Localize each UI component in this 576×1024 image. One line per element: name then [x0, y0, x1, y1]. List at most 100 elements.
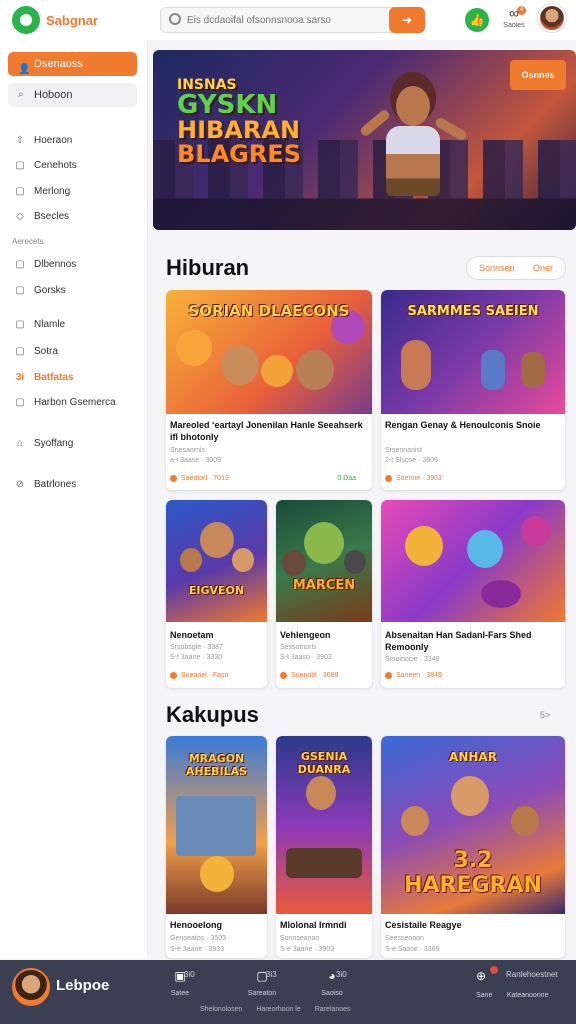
image-icon: ⌂	[16, 438, 24, 449]
box-icon: ▢	[256, 969, 268, 983]
card-meta: S-t 3aaso · 3903	[280, 654, 332, 661]
card-caption: Mlolonal Irmndi	[280, 920, 347, 930]
search-input[interactable]	[187, 12, 387, 28]
footer-link[interactable]: Rarelanoes	[315, 1006, 351, 1013]
sidebar-item-label: Hoeraon	[34, 135, 73, 146]
avatar[interactable]	[538, 4, 566, 32]
card-caption: Absenaitan Han Sadanl-Fars Shed Remoonly	[385, 630, 532, 652]
card-thumb-title: GSENIA DUANRA	[297, 750, 351, 776]
card-footer-label: Soeanel · Faso	[181, 672, 229, 679]
hero-badge[interactable]: Osnnes	[510, 60, 566, 90]
game-card[interactable]: MARCEN Vehlengeon Sessotnorls S-t 3aaso …	[276, 500, 372, 688]
logo[interactable]: Sabgnar	[12, 6, 98, 34]
game-card[interactable]: MRAGON AHEBILAS Henooelong Genoeatos · 3…	[166, 736, 267, 958]
card-footer: Saeotorl · 7019 0 Daa	[170, 474, 368, 484]
box-icon: ▢	[15, 186, 25, 197]
box-icon: ▢	[15, 259, 25, 270]
sidebar-item-syoffang[interactable]: ⌂ Syoffang	[0, 434, 148, 454]
game-card[interactable]: SORIAN DLAECONS Mareoled ‘eartayl Joneni…	[166, 290, 372, 490]
filter-option[interactable]: Oner	[533, 257, 553, 279]
box-icon: ▢	[15, 285, 25, 296]
box-icon: ▢	[15, 397, 25, 408]
card-caption: Cesistaile Reagye	[385, 920, 462, 930]
like-button[interactable]: 👍	[465, 8, 489, 32]
game-card[interactable]: Absenaitan Han Sadanl-Fars Shed Remoonly…	[381, 500, 565, 688]
sidebar-section-heading: Aerecets	[12, 237, 44, 246]
card-meta: Sessotnorls	[280, 644, 317, 651]
avatar[interactable]	[12, 968, 50, 1006]
notifications-label: Saoies	[503, 22, 525, 29]
section-title-kakupus: Kakupus	[166, 702, 259, 727]
tab-count: 3i0	[184, 970, 195, 979]
card-thumbnail: SARMMES SAEIEN	[381, 290, 565, 414]
card-meta: S-t 3aane · 3330	[170, 654, 223, 661]
sidebar-item-batfatas[interactable]: 3i Batfatas	[0, 368, 148, 388]
sidebar-item-merlong[interactable]: ▢ Merlong	[0, 182, 148, 202]
search-button[interactable]: ➜	[389, 7, 425, 33]
sidebar-item-sotra[interactable]: ▢ Sotra	[0, 342, 148, 362]
footer-link[interactable]: Hareorhoon le	[256, 1006, 300, 1013]
bottom-tab[interactable]: ◕ 3i0 Saoiso	[302, 968, 362, 997]
tab-count: 3i0	[336, 970, 347, 979]
tag-icon: ◇	[16, 211, 24, 222]
tab-sub-label: Kateanoonne	[506, 992, 549, 999]
card-thumbnail: MRAGON AHEBILAS	[166, 736, 267, 914]
card-thumbnail: MARCEN	[276, 500, 372, 622]
hero-title-line: BLAGRES	[177, 140, 302, 168]
game-card[interactable]: GSENIA DUANRA Mlolonal Irmndi Sonnseanan…	[276, 736, 372, 958]
sidebar-item-gorsks[interactable]: ▢ Gorsks	[0, 281, 148, 301]
card-footer-label: Saeotorl · 7019	[181, 475, 229, 482]
footer-links: Shelonolosen Hareorhoon le Rarelanoes	[200, 1006, 363, 1013]
bottom-tab[interactable]: ▣ 3i0 Satee	[150, 968, 210, 997]
card-meta: 2-t Slsose · 3609	[385, 457, 438, 464]
search-icon: ⌕	[18, 89, 24, 100]
hero-banner[interactable]: INSNAS GYSKN HIBARAN BLAGRES Osnnes	[153, 50, 576, 230]
footer-link[interactable]: Shelonolosen	[200, 1006, 242, 1013]
card-meta: Sonnseanan	[280, 935, 320, 942]
hero-title-line: GYSKN	[177, 90, 278, 120]
card-meta: Srsennanist	[385, 447, 422, 454]
card-thumbnail	[381, 500, 565, 622]
sidebar: 👤 Dsenaoss ⌕ Hoboon ⇧ Hoeraon ▢ Cenehots…	[0, 40, 148, 958]
card-meta: Genoeatos · 3503	[170, 935, 227, 942]
filter-option[interactable]: Sonnsen	[479, 257, 515, 279]
sidebar-item-batrlones[interactable]: ⊘ Batrlones	[0, 475, 148, 495]
sidebar-secondary-label: Hoboon	[34, 89, 73, 101]
card-meta: S-e 3aane · 3903	[280, 946, 335, 953]
bottom-tab[interactable]: ▢ 3i3 Sareaton	[232, 968, 292, 997]
controller-icon: ◕	[328, 969, 336, 983]
sidebar-item-hoeraon[interactable]: ⇧ Hoeraon	[0, 131, 148, 151]
bottom-tab[interactable]: ⊕ Ranlehoestnet Sane Kateanoonne	[476, 968, 566, 1002]
sidebar-item-label: Batfatas	[34, 372, 74, 383]
notification-badge: 4	[517, 6, 526, 15]
upload-icon: ⇧	[15, 135, 25, 146]
sidebar-item-label: Gorsks	[34, 285, 66, 296]
box-icon: ▢	[15, 160, 25, 171]
thumbs-up-icon: 👍	[469, 13, 485, 27]
tab-label: Saoiso	[321, 990, 343, 997]
card-meta: a-t 3aase · 3009	[170, 457, 221, 464]
game-card[interactable]: ANHAR 3.2 HAREGRAN Cesistaile Reagye See…	[381, 736, 565, 958]
sidebar-secondary-button[interactable]: ⌕ Hoboon	[8, 83, 137, 107]
filter-pill[interactable]: Sonnsen Oner	[466, 256, 566, 280]
game-card[interactable]: SARMMES SAEIEN Rengan Genay & Henoulconi…	[381, 290, 565, 490]
card-footer: Soeanel · Faso	[170, 671, 263, 681]
see-more-link[interactable]: 5>	[540, 710, 550, 720]
card-thumb-title: MARCEN	[292, 578, 356, 593]
game-card[interactable]: EIGVEON Nenoetam Srsobsgle · 3387 S-t 3a…	[166, 500, 267, 688]
sidebar-item-label: Merlong	[34, 186, 71, 197]
card-thumb-title: SORIAN DLAECONS	[188, 302, 350, 320]
sidebar-primary-button[interactable]: 👤 Dsenaoss	[8, 52, 137, 76]
hero-title: INSNAS GYSKN HIBARAN BLAGRES	[177, 78, 317, 166]
sidebar-item-dlbennos[interactable]: ▢ Dlbennos	[0, 255, 148, 275]
card-caption: Mareoled ‘eartayl Jonenilan Hanle Seeahs…	[170, 420, 363, 442]
sidebar-item-harbon-gsemerca[interactable]: ▢ Harbon Gsemerca	[0, 393, 148, 413]
card-footer: Soenne · 3903	[385, 474, 561, 484]
sidebar-item-label: Syoffang	[34, 438, 74, 449]
sidebar-item-nlamle[interactable]: ▢ Nlamle	[0, 315, 148, 335]
notifications-button[interactable]: ∞ Saoies 4	[500, 4, 528, 36]
hero-title-line: HIBARAN	[177, 116, 301, 144]
box-icon: ▢	[15, 346, 25, 357]
sidebar-item-cenehots[interactable]: ▢ Cenehots	[0, 156, 148, 176]
sidebar-item-bsecles[interactable]: ◇ Bsecles	[0, 207, 148, 227]
